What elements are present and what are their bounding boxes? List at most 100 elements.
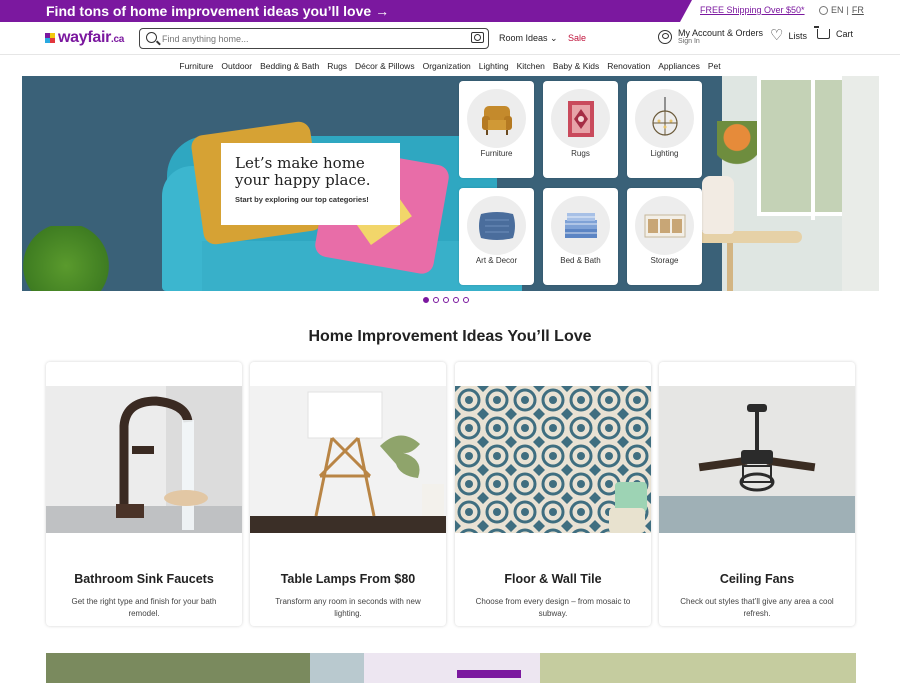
room-ideas-label: Room Ideas [499, 33, 548, 43]
hero-flowers [717, 121, 757, 176]
card-bathroom-sink-faucets[interactable]: Bathroom Sink Faucets Get the right type… [46, 362, 242, 626]
nav-item-organization[interactable]: Organization [423, 56, 471, 76]
carousel-dot-4[interactable] [453, 297, 459, 303]
lists-label: Lists [788, 31, 807, 41]
account-menu[interactable]: My Account & Orders Sign In [658, 28, 763, 45]
globe-icon [819, 5, 828, 15]
card-title: Table Lamps From $80 [280, 572, 416, 586]
tile-label: Lighting [650, 149, 679, 158]
rug-icon [567, 100, 594, 137]
hero-curtain [842, 76, 879, 291]
card-title: Floor & Wall Tile [504, 572, 602, 586]
lang-fr[interactable]: FR [852, 5, 864, 15]
promo-banner[interactable]: Find tons of home improvement ideas you’… [0, 0, 692, 22]
card-title: Bathroom Sink Faucets [74, 572, 214, 586]
chandelier-icon [651, 96, 678, 136]
search-input[interactable] [162, 31, 462, 46]
hero-plant [22, 226, 132, 291]
promo-headline: Find tons of home improvement ideas you’… [46, 3, 372, 19]
preview-image-2[interactable] [310, 653, 364, 683]
nav-item-renovation[interactable]: Renovation [607, 56, 650, 76]
free-shipping-link[interactable]: FREE Shipping Over $50* [700, 5, 805, 15]
sheets-icon [564, 212, 597, 238]
lang-en[interactable]: EN [831, 5, 844, 15]
nav-item-baby-kids[interactable]: Baby & Kids [553, 56, 599, 76]
faucet-image [46, 386, 242, 533]
tile-rugs[interactable]: Rugs [543, 81, 618, 178]
site-header: wayfair.ca Room Ideas ⌄ Sale My Account … [0, 22, 900, 55]
user-icon [658, 30, 672, 44]
promo-bar: Find tons of home improvement ideas you’… [0, 0, 900, 22]
carousel-dots [423, 297, 469, 303]
wayfair-logo[interactable]: wayfair .ca [45, 29, 124, 47]
nav-item-appliances[interactable]: Appliances [658, 56, 700, 76]
language-switcher: EN | FR [819, 5, 864, 15]
tile-label: Rugs [571, 149, 590, 158]
card-desc: Check out styles that’ll give any area a… [680, 597, 834, 618]
chevron-down-icon: ⌄ [550, 33, 558, 43]
hero-message-card: Let’s make home your happy place. Start … [221, 143, 400, 225]
logo-text: wayfair [58, 29, 112, 46]
arrow-right-icon: → [375, 3, 390, 19]
camera-search-icon[interactable] [471, 32, 484, 43]
table-lamp-image [250, 386, 446, 533]
nav-item-decor-pillows[interactable]: Décor & Pillows [355, 56, 415, 76]
nav-item-kitchen[interactable]: Kitchen [517, 56, 545, 76]
tile-art-decor[interactable]: Art & Decor [459, 188, 534, 285]
room-ideas-menu[interactable]: Room Ideas ⌄ [499, 33, 558, 44]
section-title: Home Improvement Ideas You’ll Love [308, 328, 592, 345]
nav-item-lighting[interactable]: Lighting [479, 56, 509, 76]
cart-label: Cart [836, 29, 854, 39]
tile-label: Bed & Bath [560, 256, 601, 265]
preview-image-1[interactable] [46, 653, 310, 683]
preview-badge [457, 670, 521, 678]
heart-icon: ♡ [770, 27, 784, 44]
preview-image-4[interactable] [540, 653, 856, 683]
storage-bins-icon [644, 214, 685, 237]
carousel-dot-1[interactable] [423, 297, 429, 303]
hero-subheading: Start by exploring our top categories! [235, 195, 369, 204]
hero-table-leg [727, 243, 733, 291]
tile-lighting[interactable]: Lighting [627, 81, 702, 178]
tile-label: Storage [650, 256, 679, 265]
tile-pattern-image [455, 386, 651, 533]
search-bar [139, 28, 489, 49]
tile-furniture[interactable]: Furniture [459, 81, 534, 178]
sale-link[interactable]: Sale [568, 33, 586, 43]
ideas-cards: Bathroom Sink Faucets Get the right type… [46, 362, 856, 628]
carousel-dot-2[interactable] [433, 297, 439, 303]
card-desc: Transform any room in seconds with new l… [275, 597, 421, 618]
account-label: My Account & Orders [678, 28, 764, 38]
sign-in-label: Sign In [678, 38, 700, 45]
ceiling-fan-image [659, 386, 855, 533]
nav-item-pet[interactable]: Pet [708, 56, 721, 76]
tile-label: Furniture [480, 149, 513, 158]
carousel-dot-5[interactable] [463, 297, 469, 303]
search-icon[interactable] [146, 32, 157, 43]
cart-icon [814, 26, 830, 39]
category-nav: Furniture Outdoor Bedding & Bath Rugs Dé… [0, 56, 900, 76]
card-table-lamps[interactable]: Table Lamps From $80 Transform any room … [250, 362, 446, 626]
card-desc: Choose from every design – from mosaic t… [475, 597, 631, 618]
preview-image-3[interactable] [364, 653, 540, 683]
cart-link[interactable]: Cart [814, 26, 854, 39]
tile-bed-bath[interactable]: Bed & Bath [543, 188, 618, 285]
lists-link[interactable]: ♡ Lists [770, 27, 807, 44]
lang-separator: | [846, 5, 849, 15]
card-title: Ceiling Fans [719, 572, 795, 586]
carousel-dot-3[interactable] [443, 297, 449, 303]
nav-item-furniture[interactable]: Furniture [179, 56, 213, 76]
hero-vase [702, 176, 734, 234]
pillow-icon [478, 211, 515, 240]
card-floor-wall-tile[interactable]: Floor & Wall Tile Choose from every desi… [455, 362, 651, 626]
hero-heading: Let’s make home your happy place. [235, 154, 371, 189]
armchair-icon [481, 105, 512, 135]
card-desc: Get the right type and finish for your b… [71, 597, 217, 618]
nav-item-outdoor[interactable]: Outdoor [221, 56, 252, 76]
nav-item-bedding-bath[interactable]: Bedding & Bath [260, 56, 319, 76]
hero-banner[interactable] [22, 76, 879, 291]
nav-item-rugs[interactable]: Rugs [327, 56, 347, 76]
category-tiles: Furniture Rugs Lighting Art & Decor Bed … [459, 81, 703, 286]
card-ceiling-fans[interactable]: Ceiling Fans Check out styles that’ll gi… [659, 362, 855, 626]
tile-storage[interactable]: Storage [627, 188, 702, 285]
